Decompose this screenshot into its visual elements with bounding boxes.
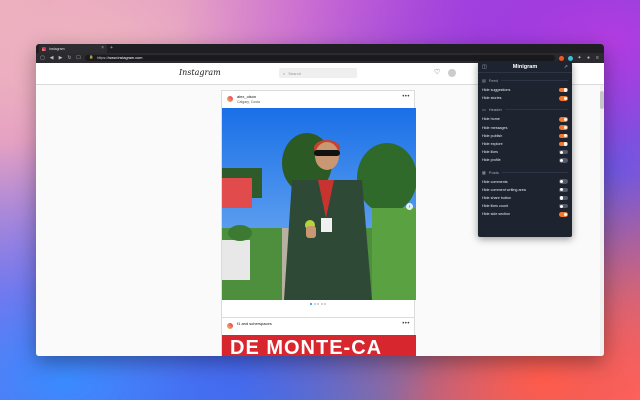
post-username[interactable]: f1 and scherspaces — [237, 321, 272, 326]
external-link-icon[interactable]: ⇗ — [564, 64, 568, 70]
toggle-row-hide-home: Hide home — [482, 115, 568, 123]
search-placeholder: Search — [288, 70, 301, 76]
toggle-row-hide-likes: Hide likes — [482, 148, 568, 156]
hide-comment-writing-area-toggle[interactable] — [559, 187, 568, 193]
hide-likes-count-toggle[interactable] — [559, 203, 568, 209]
new-tab-icon[interactable]: + — [110, 46, 113, 51]
toggle-row-hide-likes-count: Hide likes count — [482, 202, 568, 210]
post-photo: › — [222, 108, 416, 300]
hide-likes-toggle[interactable] — [559, 149, 568, 155]
bookmark-icon[interactable]: ☐ — [76, 55, 81, 61]
toggle-row-hide-messages: Hide messages — [482, 124, 568, 132]
section-title: ▤ Feed — [482, 73, 568, 86]
hide-profile-toggle[interactable] — [559, 158, 568, 163]
post-header: alex_olson Calgary, Costa ••• — [222, 91, 414, 108]
section-title: ▦ Posts — [482, 165, 568, 178]
post-photo: DE MONTE-CA — [222, 335, 416, 356]
next-photo-icon[interactable]: › — [406, 203, 413, 210]
section-posts: ▦ Posts Hide comments Hide comment writi… — [478, 165, 572, 219]
page-scrollbar[interactable] — [600, 85, 604, 356]
toggle-row-hide-stories: Hide stories — [482, 94, 568, 102]
post-location[interactable]: Calgary, Costa — [237, 100, 260, 104]
puzzle-icon[interactable]: ✦ — [577, 55, 582, 61]
toggle-row-hide-suggestions: Hide suggestions — [482, 86, 568, 94]
toggle-row-hide-profile: Hide profile — [482, 156, 568, 164]
search-icon: ⌕ — [283, 70, 286, 76]
toggle-row-hide-share-button: Hide share button — [482, 194, 568, 202]
hide-home-toggle[interactable] — [559, 117, 568, 122]
carousel-dot — [317, 303, 319, 305]
minigram-panel: ◫ Minigram ⇗ ▤ Feed Hide suggestions Hid… — [478, 61, 572, 237]
hide-comments-toggle[interactable] — [559, 179, 568, 184]
more-options-icon[interactable]: ••• — [402, 321, 410, 327]
toggle-row-hide-explore: Hide explore — [482, 140, 568, 148]
carousel-dot — [320, 303, 323, 305]
hide-side-section-toggle[interactable] — [559, 212, 568, 217]
close-tab-icon[interactable]: × — [101, 46, 104, 51]
minigram-extension-icon[interactable] — [568, 55, 573, 61]
instagram-logo[interactable]: Instagram — [179, 68, 221, 77]
feed-icon: ▤ — [482, 78, 486, 83]
search-input[interactable]: ⌕ Search — [279, 68, 357, 78]
tab-title: Instagram — [49, 46, 65, 51]
hide-messages-toggle[interactable] — [559, 125, 568, 130]
more-options-icon[interactable]: ••• — [402, 94, 410, 100]
toggle-row-hide-publish: Hide publish — [482, 132, 568, 140]
menu-icon[interactable]: ≡ — [595, 55, 600, 61]
hide-suggestions-toggle[interactable] — [559, 87, 568, 93]
posts-icon: ▦ — [482, 169, 486, 175]
minigram-title: Minigram — [512, 64, 538, 70]
header-icon: ▭ — [482, 107, 486, 113]
carousel-dot — [313, 303, 316, 305]
tab-bar: Instagram × + — [36, 44, 604, 53]
post-avatar[interactable] — [226, 95, 234, 103]
banner-text: DE MONTE-CA — [230, 337, 383, 356]
hide-explore-toggle[interactable] — [559, 141, 568, 147]
scrollbar-thumb[interactable] — [600, 91, 604, 109]
hide-publish-toggle[interactable] — [559, 133, 568, 139]
toolbar-extensions: ✦ ● ≡ — [559, 55, 600, 61]
carousel-dot — [324, 303, 326, 305]
photo-svg — [222, 108, 416, 300]
sidebar-toggle-icon[interactable]: ▢ — [40, 55, 45, 61]
carousel-dot — [310, 303, 312, 305]
avatar[interactable] — [448, 69, 456, 77]
profile-icon[interactable]: ● — [586, 55, 591, 61]
section-title: ▭ Header — [482, 102, 568, 115]
toggle-row-hide-side-section: Hide side section — [482, 210, 568, 218]
carousel-dots — [222, 303, 414, 305]
post-avatar[interactable] — [226, 322, 234, 330]
hide-stories-toggle[interactable] — [559, 96, 568, 101]
heart-icon[interactable]: ♡ — [434, 68, 440, 76]
lock-icon: 🔒 — [89, 55, 94, 60]
shield-icon[interactable] — [559, 55, 564, 61]
feed-post: alex_olson Calgary, Costa ••• › — [221, 90, 416, 318]
post-header: f1 and scherspaces ••• — [222, 318, 414, 335]
minigram-header: ◫ Minigram ⇗ — [478, 61, 572, 73]
feed-post: f1 and scherspaces ••• DE MONTE-CA — [221, 317, 416, 356]
back-icon[interactable]: ◀ — [49, 55, 54, 61]
tab-instagram[interactable]: Instagram × — [39, 44, 107, 53]
post-username[interactable]: alex_olson — [237, 94, 256, 99]
section-feed: ▤ Feed Hide suggestions Hide stories — [478, 73, 572, 102]
url-text: https://www.instagram.com — [97, 56, 143, 60]
forward-icon[interactable]: ▶ — [58, 55, 63, 61]
instagram-favicon-icon — [42, 46, 46, 51]
hide-share-button-toggle[interactable] — [559, 195, 568, 201]
toggle-row-hide-comment-writing-area: Hide comment writing area — [482, 186, 568, 194]
toggle-row-hide-comments: Hide comments — [482, 178, 568, 186]
reload-icon[interactable]: ↻ — [67, 55, 72, 61]
section-header: ▭ Header Hide home Hide messages Hide pu… — [478, 102, 572, 164]
